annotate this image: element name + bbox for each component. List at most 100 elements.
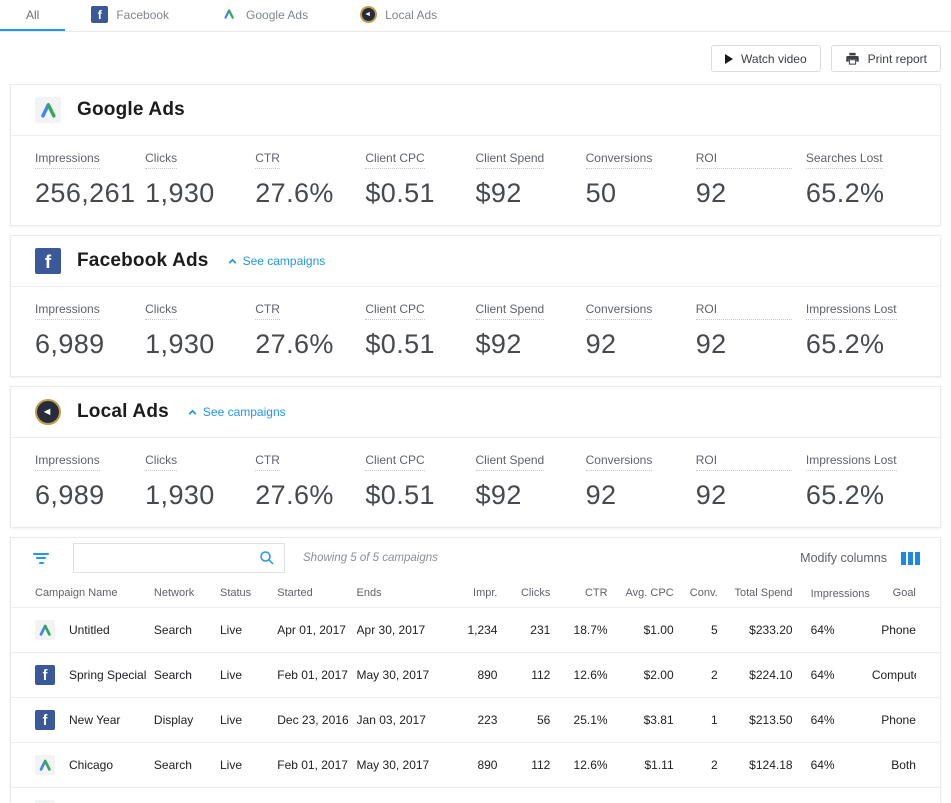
- network: Search: [154, 623, 220, 637]
- status: Live: [220, 713, 277, 727]
- stat-client-cpc: Client CPC$0.51: [365, 149, 475, 209]
- network: Search: [154, 668, 220, 682]
- stat-client-spend: Client Spend$92: [476, 451, 586, 511]
- stat-conversions: Conversions50: [586, 149, 696, 209]
- card-title: Google Ads: [77, 99, 185, 121]
- impressions-lost: 64%: [793, 668, 872, 682]
- campaign-name: Chicago: [69, 758, 113, 772]
- campaign-name: Spring Special: [69, 668, 146, 682]
- modify-columns-button[interactable]: Modify columns: [800, 551, 920, 565]
- filter-icon[interactable]: [31, 550, 51, 566]
- see-campaigns-link[interactable]: See campaigns: [187, 405, 286, 419]
- campaign-search: [73, 543, 285, 573]
- tab-local-ads[interactable]: ◄ Local Ads: [334, 0, 463, 31]
- goal: Phone: [872, 713, 916, 727]
- card-title: Local Ads: [77, 401, 169, 423]
- goal: Phone: [872, 623, 916, 637]
- conv: 2: [674, 758, 718, 772]
- tab-all-label: All: [26, 8, 39, 22]
- col-status[interactable]: Status: [220, 587, 277, 599]
- network: Display: [154, 713, 220, 727]
- facebook-ads-card: f Facebook Ads See campaigns Impressions…: [10, 235, 941, 377]
- showing-count: Showing 5 of 5 campaigns: [303, 552, 438, 564]
- ends: May 30, 2017: [357, 758, 450, 772]
- impr: 1,234: [449, 623, 497, 637]
- tab-google-ads[interactable]: Google Ads: [195, 0, 334, 31]
- facebook-icon: f: [91, 6, 108, 23]
- table-row[interactable]: Indiana Display Ended Dec 23, 2016 Jan 0…: [11, 788, 940, 803]
- table-row[interactable]: fSpring Special Search Live Feb 01, 2017…: [11, 653, 940, 698]
- columns-icon: [901, 552, 920, 565]
- conv: 5: [674, 623, 718, 637]
- col-network[interactable]: Network: [154, 587, 220, 599]
- google-ads-card-header: Google Ads: [11, 85, 940, 136]
- stat-impressions-lost: Impressions Lost65.2%: [806, 451, 916, 511]
- total-spend: $233.20: [718, 623, 793, 637]
- stat-impressions: Impressions6,989: [35, 451, 145, 511]
- campaign-search-input[interactable]: [82, 551, 258, 565]
- col-avg-cpc[interactable]: Avg. CPC: [608, 587, 674, 599]
- stat-roi: ROI92: [696, 300, 806, 360]
- goal: Computer: [872, 668, 916, 682]
- started: Apr 01, 2017: [277, 623, 356, 637]
- col-conv[interactable]: Conv.: [674, 587, 718, 599]
- total-spend: $124.18: [718, 758, 793, 772]
- facebook-ads-card-header: f Facebook Ads See campaigns: [11, 236, 940, 287]
- stat-impressions-lost: Impressions Lost65.2%: [806, 300, 916, 360]
- status: Live: [220, 668, 277, 682]
- tab-local-ads-label: Local Ads: [385, 8, 437, 22]
- tab-google-ads-label: Google Ads: [246, 8, 308, 22]
- stat-client-cpc: Client CPC$0.51: [365, 451, 475, 511]
- stat-impressions: Impressions6,989: [35, 300, 145, 360]
- google-ads-stats: Impressions256,261 Clicks1,930 CTR27.6% …: [11, 136, 940, 225]
- col-impressions-lost[interactable]: Impressions lost↓: [793, 586, 872, 600]
- col-ctr[interactable]: CTR: [550, 587, 607, 599]
- local-ads-stats: Impressions6,989 Clicks1,930 CTR27.6% Cl…: [11, 438, 940, 527]
- col-impr[interactable]: Impr.: [449, 587, 497, 599]
- clicks: 56: [497, 713, 550, 727]
- stat-clicks: Clicks1,930: [145, 300, 255, 360]
- local-ads-card: ◄ Local Ads See campaigns Impressions6,9…: [10, 386, 941, 528]
- stat-roi: ROI92: [696, 451, 806, 511]
- ends: May 30, 2017: [357, 668, 450, 682]
- col-campaign-name[interactable]: Campaign Name: [35, 587, 154, 599]
- watch-video-label: Watch video: [741, 52, 807, 66]
- see-campaigns-link[interactable]: See campaigns: [227, 254, 326, 268]
- print-report-button[interactable]: Print report: [831, 45, 941, 72]
- table-row[interactable]: Chicago Search Live Feb 01, 2017 May 30,…: [11, 743, 940, 788]
- tab-facebook[interactable]: f Facebook: [65, 0, 195, 31]
- impressions-lost: 64%: [793, 758, 872, 772]
- col-clicks[interactable]: Clicks: [497, 587, 550, 599]
- stat-clicks: Clicks1,930: [145, 149, 255, 209]
- col-started[interactable]: Started: [277, 587, 356, 599]
- table-row[interactable]: fNew Year Display Live Dec 23, 2016 Jan …: [11, 698, 940, 743]
- printer-icon: [845, 51, 860, 66]
- avg-cpc: $1.11: [608, 758, 674, 772]
- stat-conversions: Conversions92: [586, 300, 696, 360]
- tab-all[interactable]: All: [0, 0, 65, 31]
- stat-client-spend: Client Spend$92: [476, 149, 586, 209]
- tab-facebook-label: Facebook: [116, 8, 169, 22]
- table-header-row: Campaign Name Network Status Started End…: [11, 578, 940, 608]
- channel-tabbar: All f Facebook Google Ads ◄ Local Ads: [0, 0, 951, 32]
- ends: Jan 03, 2017: [357, 713, 450, 727]
- stat-conversions: Conversions92: [586, 451, 696, 511]
- stat-ctr: CTR27.6%: [255, 300, 365, 360]
- chevron-up-icon: [187, 407, 198, 418]
- clicks: 112: [497, 758, 550, 772]
- col-total-spend[interactable]: Total Spend: [718, 587, 793, 599]
- watch-video-button[interactable]: Watch video: [711, 45, 821, 72]
- ctr: 25.1%: [550, 713, 607, 727]
- col-ends[interactable]: Ends: [357, 587, 450, 599]
- ctr: 12.6%: [550, 758, 607, 772]
- search-icon[interactable]: [258, 549, 276, 567]
- facebook-ads-stats: Impressions6,989 Clicks1,930 CTR27.6% Cl…: [11, 287, 940, 376]
- status: Live: [220, 758, 277, 772]
- page-actions: Watch video Print report: [0, 32, 951, 84]
- local-ads-icon: ◄: [360, 6, 377, 23]
- impr: 890: [449, 758, 497, 772]
- facebook-icon: f: [35, 248, 61, 274]
- table-row[interactable]: Untitled Search Live Apr 01, 2017 Apr 30…: [11, 608, 940, 653]
- col-goal[interactable]: Goal: [872, 587, 916, 599]
- stat-ctr: CTR27.6%: [255, 451, 365, 511]
